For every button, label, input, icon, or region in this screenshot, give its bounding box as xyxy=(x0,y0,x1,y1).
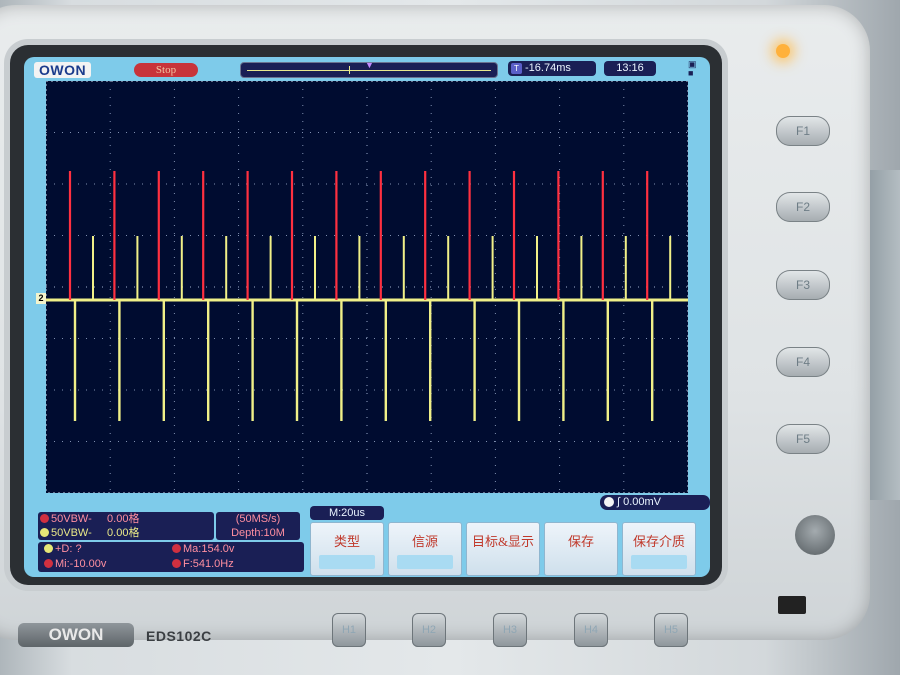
ch2-info: 50VBW- 0.00格 xyxy=(38,526,214,540)
trigger-level: 0.00mV xyxy=(623,496,661,508)
usb-icon: ▣ ■ xyxy=(688,59,697,78)
trigger-position-bar: ▼ xyxy=(240,60,498,78)
menu-source[interactable]: 信源 xyxy=(388,522,462,576)
brand-logo: OWON xyxy=(34,62,92,78)
power-led xyxy=(776,44,790,58)
trigger-time-readout: T -16.74ms xyxy=(508,61,596,76)
menu-type[interactable]: 类型 xyxy=(310,522,384,576)
f3-button[interactable]: F3 xyxy=(776,270,830,300)
timebase-readout: M:20us xyxy=(310,506,384,520)
time-icon: T xyxy=(511,63,522,74)
model-label: EDS102C xyxy=(146,628,212,644)
trigger-tick xyxy=(349,66,350,74)
h3-button[interactable]: H3 xyxy=(493,613,527,647)
acquisition-info: (50MS/s) Depth:10M xyxy=(216,512,300,540)
measure-delta: +D: ? xyxy=(42,542,172,557)
run-state-badge: Stop xyxy=(134,63,198,77)
f2-button[interactable]: F2 xyxy=(776,192,830,222)
ch2-icon xyxy=(40,528,49,537)
h4-button[interactable]: H4 xyxy=(574,613,608,647)
memory-depth: Depth:10M xyxy=(231,527,285,539)
menu-save[interactable]: 保存 xyxy=(544,522,618,576)
measure-frequency: F:541.0Hz xyxy=(170,557,300,572)
measure-max: Ma:154.0v xyxy=(170,542,300,557)
multipurpose-knob[interactable] xyxy=(795,515,835,555)
ch1-info: 50VBW- 0.00格 xyxy=(38,512,214,526)
clock: 13:16 xyxy=(604,61,656,76)
channel2-marker: 2 xyxy=(36,293,46,304)
f4-button[interactable]: F4 xyxy=(776,347,830,377)
probe-terminal xyxy=(778,596,806,614)
info-panel: 50VBW- 0.00格 50VBW- 0.00格 (50MS/s) Depth… xyxy=(24,506,710,577)
measure-min: Mi:-10.00v xyxy=(42,557,172,572)
waveform-svg xyxy=(46,81,688,493)
menu-storage-medium[interactable]: 保存介质 xyxy=(622,522,696,576)
channel-info: 50VBW- 0.00格 50VBW- 0.00格 xyxy=(38,512,214,540)
f1-button[interactable]: F1 xyxy=(776,116,830,146)
ch1-icon xyxy=(40,514,49,523)
measurement-panel: +D: ? Ma:154.0v Mi:-10.00v F:541.0Hz xyxy=(38,542,304,572)
menu-target-display[interactable]: 目标&显示 xyxy=(466,522,540,576)
h2-button[interactable]: H2 xyxy=(412,613,446,647)
memory-line xyxy=(247,70,491,71)
trigger-level-readout: ∫ 0.00mV xyxy=(600,495,710,510)
hardware-brand-logo: OWON xyxy=(18,623,134,647)
h1-button[interactable]: H1 xyxy=(332,613,366,647)
sample-rate: (50MS/s) xyxy=(235,513,281,525)
softkey-menu: 类型 信源 目标&显示 保存 保存介质 xyxy=(310,522,702,576)
status-bar: OWON Stop ▼ T -16.74ms 13:16 ▣ ■ xyxy=(24,57,710,81)
trigger-time: -16.74ms xyxy=(525,62,571,74)
oscilloscope-screen: OWON Stop ▼ T -16.74ms 13:16 ▣ ■ 2 ∫ 0.00m… xyxy=(24,57,710,577)
h5-button[interactable]: H5 xyxy=(654,613,688,647)
trigger-marker-icon: ▼ xyxy=(365,60,374,70)
f5-button[interactable]: F5 xyxy=(776,424,830,454)
waveform-display xyxy=(46,81,688,493)
edge-icon xyxy=(604,497,614,507)
